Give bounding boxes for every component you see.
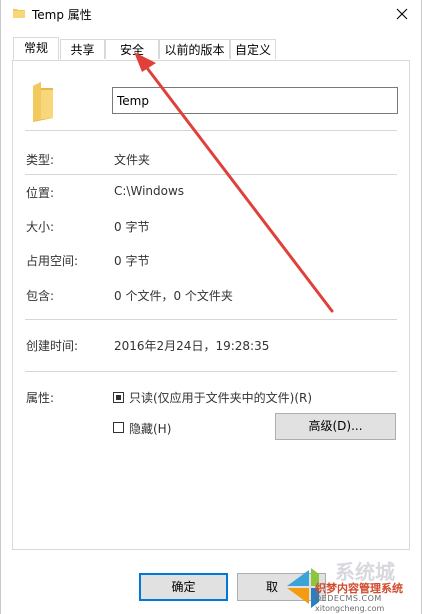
tab-general[interactable]: 常规 [13,37,59,60]
readonly-label[interactable]: 只读(仅应用于文件夹中的文件)(R) [129,389,312,406]
type-value: 文件夹 [114,153,151,167]
size-value: 0 字节 [114,220,150,234]
tab-label: 以前的版本 [164,43,225,57]
window-title: Temp 属性 [32,8,92,22]
size-on-disk-label: 占用空间: [26,254,79,268]
close-icon [396,8,408,20]
cancel-label: 取 [266,580,279,594]
tab-customize[interactable]: 自定义 [230,39,276,59]
readonly-checkbox[interactable] [113,392,124,403]
tab-previous-versions[interactable]: 以前的版本 [159,39,230,59]
ok-label: 确定 [171,580,196,594]
hidden-label[interactable]: 隐藏(H) [129,420,171,437]
tab-label: 自定义 [234,43,271,57]
title-bar[interactable]: Temp 属性 [1,0,421,28]
created-label: 创建时间: [26,339,79,353]
attributes-label: 属性: [26,391,55,405]
location-value: C:\Windows [114,184,185,198]
advanced-button[interactable]: 高级(D)... [275,413,396,440]
general-panel [12,60,410,550]
close-button[interactable] [387,0,417,28]
size-on-disk-value: 0 字节 [114,254,150,268]
tab-label: 共享 [70,43,95,57]
size-label: 大小: [26,220,55,234]
watermark-line3: xitongcheng.com [315,604,385,613]
properties-window: Temp 属性 常规 共享 安全 以前的版本 自定义 类型: [0,0,422,614]
divider [25,319,397,320]
folder-large-icon [33,82,53,122]
contains-label: 包含: [26,289,55,303]
created-value: 2016年2月24日，19:28:35 [114,339,270,353]
divider [25,371,397,372]
location-label: 位置: [26,186,55,200]
ok-button[interactable]: 确定 [139,573,228,601]
tab-sharing[interactable]: 共享 [60,39,105,59]
divider [25,130,397,131]
folder-icon [13,9,25,18]
tab-label: 常规 [23,41,48,55]
tab-security[interactable]: 安全 [105,39,159,59]
divider [25,174,397,175]
watermark-line2: DEDECMS.COM [315,594,382,603]
tab-label: 安全 [119,43,144,57]
contains-value: 0 个文件，0 个文件夹 [114,289,233,303]
advanced-label: 高级(D)... [308,419,363,433]
hidden-checkbox[interactable] [113,422,124,433]
folder-name-input[interactable] [112,87,398,114]
type-label: 类型: [26,153,55,167]
